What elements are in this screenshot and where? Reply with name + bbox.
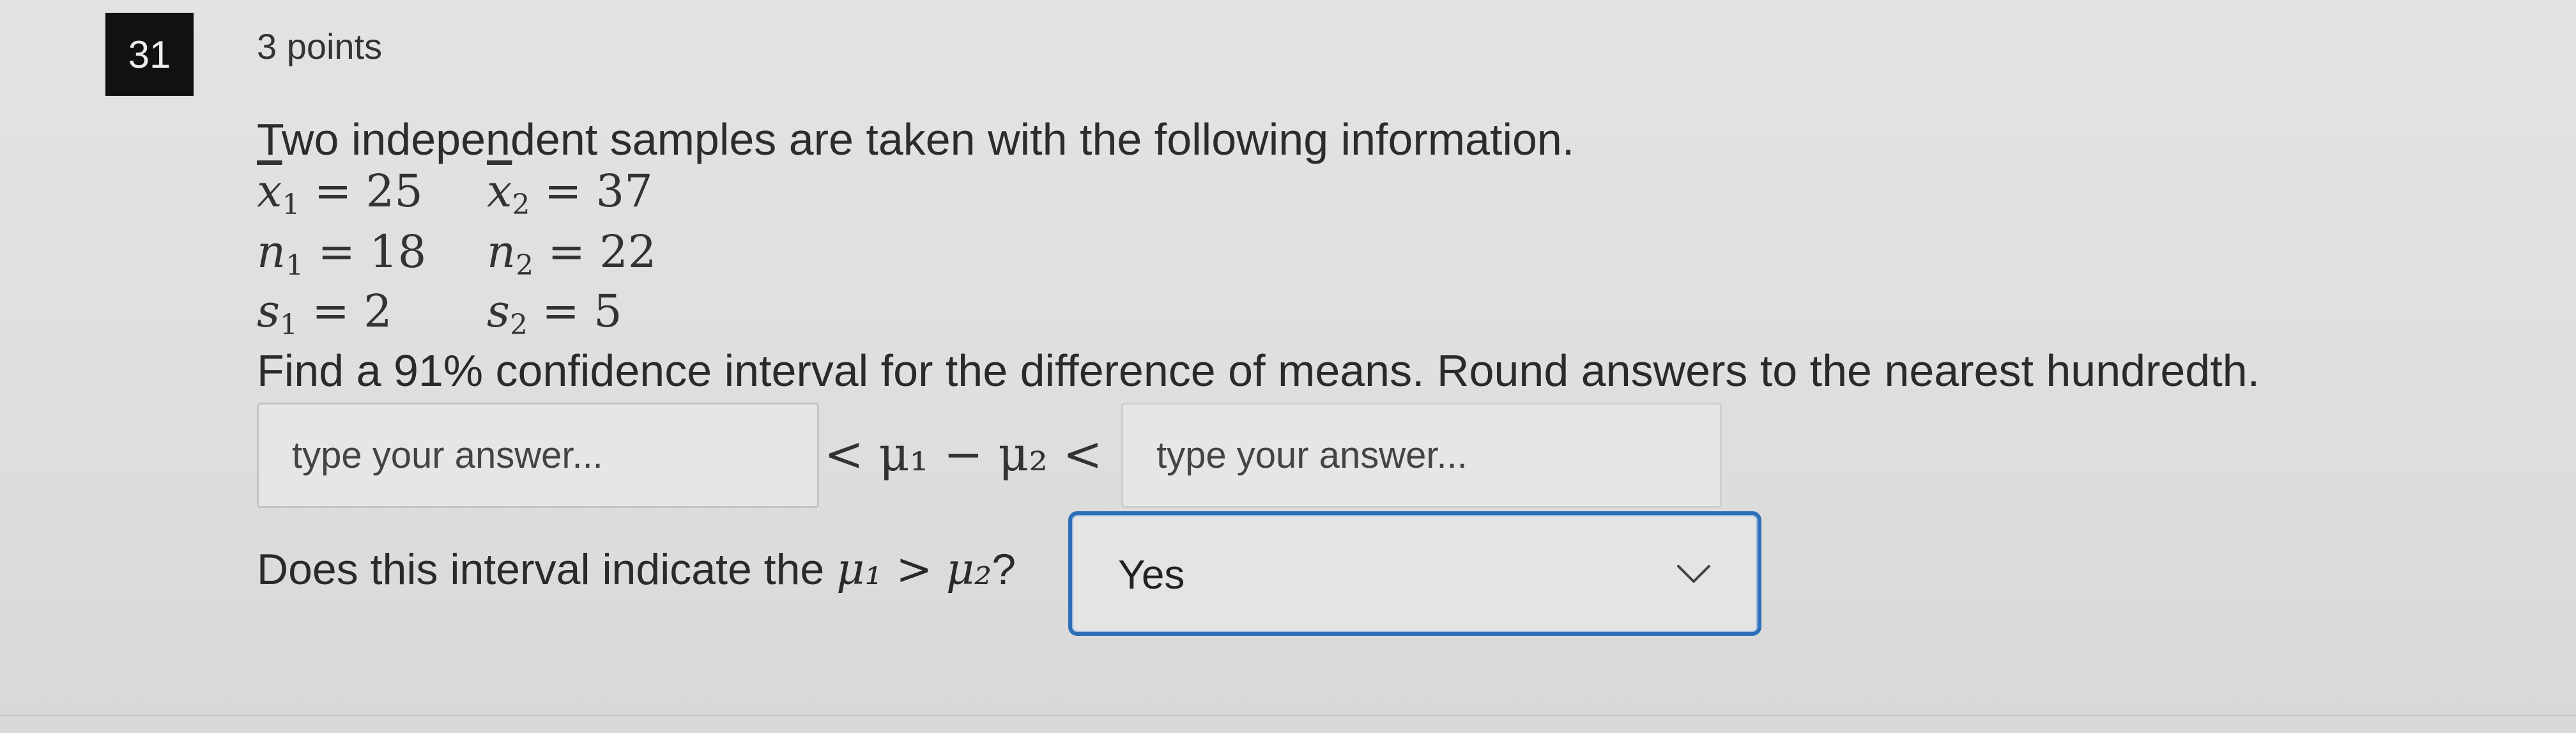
interval-expression: < μ₁ − μ₂ < xyxy=(824,427,1103,482)
followup-suffix: ? xyxy=(992,545,1016,594)
chevron-down-icon xyxy=(1677,565,1710,583)
section-divider xyxy=(0,714,2576,716)
answer-select[interactable]: Yes xyxy=(1068,511,1761,636)
s-1: s1 = 2 xyxy=(257,285,392,341)
mean-2: x2 = 37 xyxy=(487,165,653,221)
instruction-text: Find a 91% confidence interval for the d… xyxy=(257,346,2260,396)
followup-prefix: Does this interval indicate the xyxy=(257,545,825,594)
lower-bound-placeholder: type your answer... xyxy=(292,435,603,476)
followup-math: μ₁ > μ₂ xyxy=(836,544,992,595)
mean-1: x1 = 25 xyxy=(257,165,423,221)
lower-bound-input[interactable]: type your answer... xyxy=(257,403,819,508)
question-prompt: Two independent samples are taken with t… xyxy=(257,114,1575,164)
n-1: n1 = 18 xyxy=(257,226,427,282)
followup-question: Does this interval indicate the μ₁ > μ₂? xyxy=(257,544,1016,595)
upper-bound-input[interactable]: type your answer... xyxy=(1121,403,1722,508)
s-2: s2 = 5 xyxy=(487,285,622,341)
select-value: Yes xyxy=(1118,552,1185,598)
question-points: 3 points xyxy=(257,26,383,66)
n-2: n2 = 22 xyxy=(487,226,657,282)
question-number-badge: 31 xyxy=(105,13,194,96)
upper-bound-placeholder: type your answer... xyxy=(1156,435,1468,476)
